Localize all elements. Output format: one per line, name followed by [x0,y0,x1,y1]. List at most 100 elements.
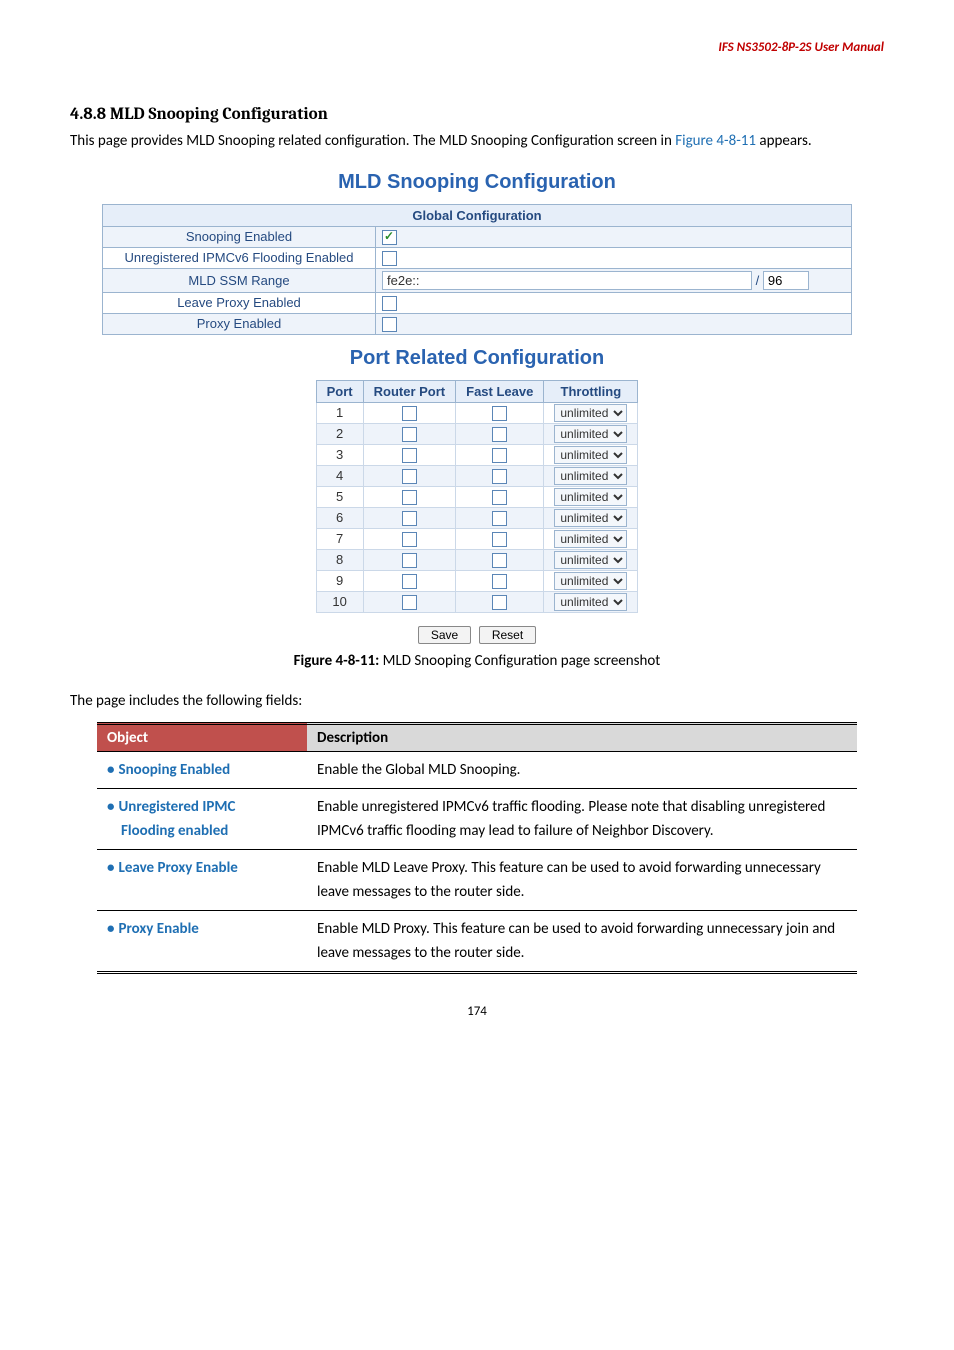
router-port-checkbox[interactable] [402,574,417,589]
fast-leave-checkbox[interactable] [492,490,507,505]
port-number: 10 [316,591,363,612]
desc-row-text: Enable MLD Proxy. This feature can be us… [307,910,857,972]
snooping-enabled-label: Snooping Enabled [103,226,376,247]
proxy-enabled-checkbox[interactable] [382,317,397,332]
figure-caption: Figure 4-8-11: MLD Snooping Configuratio… [70,652,884,670]
bullet-icon: • [107,761,118,779]
mld-screenshot: MLD Snooping Configuration Global Config… [70,171,884,644]
port-config-table: Port Router Port Fast Leave Throttling 1… [316,380,639,613]
fast-leave-checkbox[interactable] [492,532,507,547]
ssm-range-label: MLD SSM Range [103,268,376,292]
port-panel-title: Port Related Configuration [70,347,884,370]
fast-leave-checkbox[interactable] [492,469,507,484]
section-heading: 4.8.8 MLD Snooping Configuration [70,105,884,124]
port-number: 3 [316,444,363,465]
bullet-icon: • [107,859,118,877]
ssm-prefix-input[interactable] [763,271,809,290]
port-row: 2 unlimited [316,423,638,444]
desc-row-object: •Leave Proxy Enable [97,849,307,910]
router-port-checkbox[interactable] [402,595,417,610]
desc-row-object: •Unregistered IPMC Flooding enabled [97,788,307,849]
port-row: 10 unlimited [316,591,638,612]
figure-caption-text: MLD Snooping Configuration page screensh… [379,652,660,670]
port-number: 6 [316,507,363,528]
router-port-checkbox[interactable] [402,469,417,484]
obj-unregistered-ipmc: Unregistered IPMC [118,798,235,816]
router-port-checkbox[interactable] [402,406,417,421]
fast-leave-checkbox[interactable] [492,511,507,526]
desc-row-object: •Proxy Enable [97,910,307,972]
throttling-select[interactable]: unlimited [554,446,627,464]
router-port-checkbox[interactable] [402,448,417,463]
document-header: IFS NS3502-8P-2S User Manual [70,40,884,55]
fast-leave-checkbox[interactable] [492,595,507,610]
bullet-icon: • [107,920,118,938]
router-port-checkbox[interactable] [402,427,417,442]
throttling-select[interactable]: unlimited [554,467,627,485]
save-button[interactable]: Save [418,626,471,644]
fast-leave-checkbox[interactable] [492,448,507,463]
unregistered-flooding-checkbox[interactable] [382,251,397,266]
desc-row-text: Enable unregistered IPMCv6 traffic flood… [307,788,857,849]
leave-proxy-label: Leave Proxy Enabled [103,292,376,313]
ssm-slash: / [756,273,763,288]
proxy-enabled-label: Proxy Enabled [103,313,376,334]
description-table: Object Description •Snooping Enabled Ena… [97,722,857,974]
port-row: 4 unlimited [316,465,638,486]
port-number: 5 [316,486,363,507]
figure-caption-number: Figure 4-8-11: [294,652,380,670]
throttling-select[interactable]: unlimited [554,509,627,527]
snooping-enabled-checkbox[interactable] [382,230,397,245]
ssm-range-input[interactable] [382,271,752,290]
port-row: 6 unlimited [316,507,638,528]
desc-row-text: Enable the Global MLD Snooping. [307,751,857,788]
fast-leave-checkbox[interactable] [492,553,507,568]
obj-snooping-enabled: Snooping Enabled [118,761,230,779]
throttling-select[interactable]: unlimited [554,425,627,443]
router-port-checkbox[interactable] [402,511,417,526]
desc-row-object: •Snooping Enabled [97,751,307,788]
col-fast-leave: Fast Leave [456,380,544,402]
throttling-select[interactable]: unlimited [554,593,627,611]
obj-leave-proxy-enable: Leave Proxy Enable [118,859,237,877]
figure-reference-link[interactable]: Figure 4-8-11 [675,132,756,150]
reset-button[interactable]: Reset [479,626,536,644]
throttling-select[interactable]: unlimited [554,488,627,506]
unregistered-flooding-label: Unregistered IPMCv6 Flooding Enabled [103,247,376,268]
port-row: 3 unlimited [316,444,638,465]
router-port-checkbox[interactable] [402,532,417,547]
col-port: Port [316,380,363,402]
port-row: 7 unlimited [316,528,638,549]
fast-leave-checkbox[interactable] [492,427,507,442]
port-number: 2 [316,423,363,444]
router-port-checkbox[interactable] [402,553,417,568]
desc-row-text: Enable MLD Leave Proxy. This feature can… [307,849,857,910]
page-number: 174 [70,1004,884,1019]
port-row: 9 unlimited [316,570,638,591]
throttling-select[interactable]: unlimited [554,572,627,590]
port-number: 4 [316,465,363,486]
throttling-select[interactable]: unlimited [554,551,627,569]
button-row: Save Reset [70,625,884,644]
port-number: 1 [316,402,363,423]
col-router-port: Router Port [363,380,456,402]
throttling-select[interactable]: unlimited [554,404,627,422]
fast-leave-checkbox[interactable] [492,406,507,421]
port-row: 5 unlimited [316,486,638,507]
port-number: 8 [316,549,363,570]
intro-text-prefix: This page provides MLD Snooping related … [70,132,675,150]
port-number: 7 [316,528,363,549]
router-port-checkbox[interactable] [402,490,417,505]
obj-flooding-enabled: Flooding enabled [107,822,228,840]
col-throttling: Throttling [544,380,638,402]
fast-leave-checkbox[interactable] [492,574,507,589]
port-row: 1 unlimited [316,402,638,423]
obj-proxy-enable: Proxy Enable [118,920,198,938]
desc-header-object: Object [97,723,307,751]
port-number: 9 [316,570,363,591]
bullet-icon: • [107,798,118,816]
intro-text-suffix: appears. [756,132,812,150]
fields-intro: The page includes the following fields: [70,692,884,710]
throttling-select[interactable]: unlimited [554,530,627,548]
leave-proxy-checkbox[interactable] [382,296,397,311]
